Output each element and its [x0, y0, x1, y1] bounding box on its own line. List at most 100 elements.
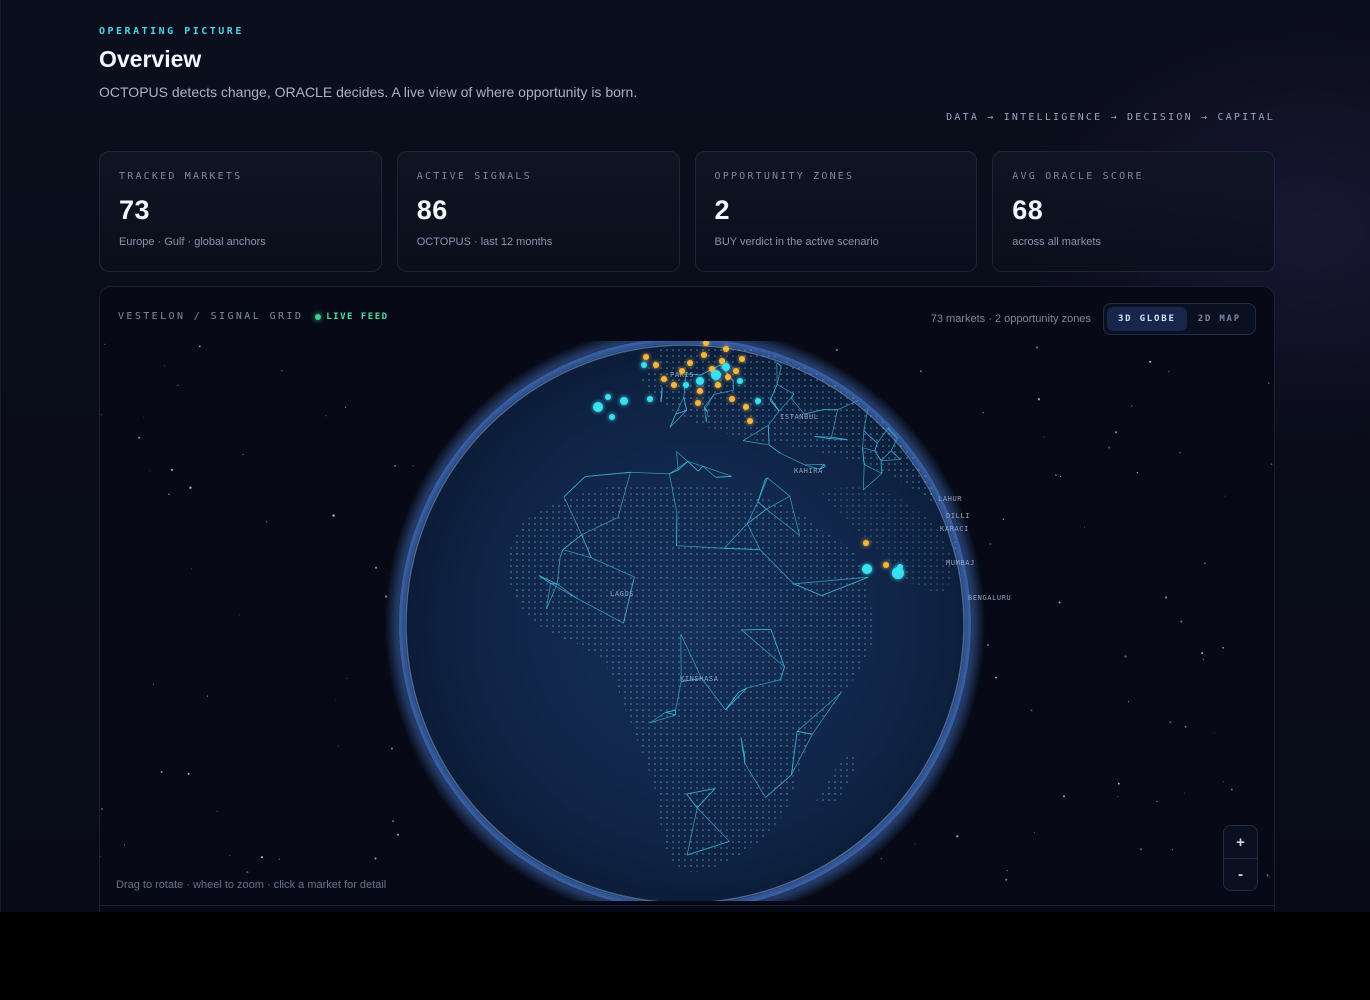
- mesh-link: [928, 367, 943, 384]
- opportunity-marker[interactable]: [696, 377, 704, 385]
- star: [1180, 620, 1183, 623]
- star: [337, 745, 339, 747]
- signal-marker[interactable]: [883, 562, 889, 568]
- mesh-link: [937, 362, 943, 369]
- opportunity-marker[interactable]: [737, 378, 743, 384]
- stat-value: 68: [1012, 195, 1044, 225]
- star: [1131, 405, 1133, 407]
- star: [100, 414, 103, 416]
- panel-title: VESTELON / SIGNAL GRID: [118, 311, 304, 322]
- interaction-hint: Drag to rotate · wheel to zoom · click a…: [116, 879, 387, 891]
- mesh-link: [741, 629, 771, 631]
- opportunity-marker[interactable]: [593, 402, 603, 412]
- globe-canvas[interactable]: PARIS ISTANBUL KAHIRA LAHUR DILLI KARACI…: [100, 341, 1275, 901]
- signal-marker[interactable]: [743, 404, 749, 410]
- signal-marker[interactable]: [687, 360, 693, 366]
- star: [229, 855, 231, 857]
- star: [206, 695, 209, 697]
- star: [1202, 658, 1204, 660]
- signal-marker[interactable]: [671, 382, 677, 388]
- mesh-link: [703, 407, 706, 410]
- signal-marker[interactable]: [695, 400, 701, 406]
- pipeline-caption: DATA → INTELLIGENCE → DECISION → CAPITAL: [946, 112, 1275, 123]
- star: [111, 479, 113, 481]
- signal-marker[interactable]: [697, 388, 703, 394]
- city-label-lagos: LAGOS: [610, 590, 634, 598]
- mesh-link: [915, 425, 926, 429]
- star: [1058, 601, 1061, 604]
- stat-cards: TRACKED MARKETS 73 Europe · Gulf · globa…: [99, 151, 1275, 272]
- star: [835, 348, 838, 351]
- signal-marker[interactable]: [661, 376, 667, 382]
- star: [143, 416, 144, 418]
- star: [346, 678, 348, 679]
- star: [168, 493, 170, 495]
- star: [1035, 346, 1039, 349]
- star: [1179, 451, 1181, 454]
- opportunity-marker[interactable]: [755, 398, 761, 404]
- star: [375, 566, 378, 569]
- signal-marker[interactable]: [725, 374, 731, 380]
- star: [325, 415, 327, 417]
- toggle-2d-map[interactable]: 2D MAP: [1187, 307, 1252, 331]
- signal-marker[interactable]: [733, 368, 739, 374]
- opportunity-marker[interactable]: [647, 396, 653, 402]
- star: [104, 343, 106, 346]
- signal-marker[interactable]: [653, 362, 659, 368]
- signal-marker[interactable]: [715, 382, 721, 388]
- star: [1115, 431, 1118, 434]
- star: [242, 453, 244, 456]
- opportunity-marker[interactable]: [862, 564, 872, 574]
- opportunity-marker[interactable]: [641, 362, 647, 368]
- city-label-dilli: DILLI: [946, 512, 970, 520]
- star: [919, 370, 922, 373]
- star: [989, 543, 992, 545]
- signal-marker[interactable]: [701, 352, 707, 358]
- opportunity-marker[interactable]: [722, 363, 730, 371]
- opportunity-marker[interactable]: [609, 414, 615, 420]
- star: [1156, 800, 1158, 802]
- star: [391, 820, 395, 823]
- city-label-karaci: KARACI: [940, 525, 969, 533]
- star: [149, 470, 151, 472]
- star: [1164, 596, 1168, 599]
- opportunity-marker[interactable]: [605, 394, 611, 400]
- star: [1117, 782, 1120, 785]
- star: [374, 857, 377, 860]
- zoom-out-button[interactable]: -: [1224, 858, 1257, 890]
- opportunity-marker[interactable]: [683, 382, 689, 388]
- zoom-in-button[interactable]: +: [1224, 826, 1257, 858]
- toggle-3d-globe[interactable]: 3D GLOBE: [1106, 307, 1187, 331]
- star: [189, 486, 192, 489]
- city-label-lahur: LAHUR: [938, 495, 962, 503]
- star: [278, 858, 281, 861]
- stat-card-avg-oracle-score: AVG ORACLE SCORE 68 across all markets: [992, 151, 1275, 272]
- signal-marker[interactable]: [719, 358, 725, 364]
- star: [1222, 781, 1224, 783]
- signal-marker[interactable]: [679, 368, 685, 374]
- opportunity-marker[interactable]: [897, 564, 903, 570]
- zoom-control: + -: [1223, 825, 1258, 891]
- mesh-link: [941, 440, 949, 445]
- signal-marker[interactable]: [723, 346, 729, 352]
- signal-marker[interactable]: [747, 418, 753, 424]
- city-label-kinshasa: KINSHASA: [680, 675, 719, 683]
- signal-marker[interactable]: [739, 356, 745, 362]
- star: [1127, 701, 1130, 703]
- opportunity-marker[interactable]: [620, 397, 628, 405]
- mesh-link: [936, 443, 942, 447]
- star: [995, 676, 998, 679]
- opportunity-marker[interactable]: [711, 370, 721, 380]
- star: [170, 468, 173, 471]
- star: [334, 698, 336, 700]
- signal-marker[interactable]: [643, 354, 649, 360]
- stat-label: OPPORTUNITY ZONES: [714, 171, 855, 182]
- signal-marker[interactable]: [729, 396, 735, 402]
- stat-label: TRACKED MARKETS: [119, 171, 243, 182]
- star: [216, 810, 218, 813]
- star: [1149, 360, 1152, 363]
- star: [1037, 398, 1041, 401]
- signal-marker[interactable]: [863, 540, 869, 546]
- mesh-link: [937, 362, 952, 380]
- panel-header: VESTELON / SIGNAL GRID LIVE FEED: [118, 311, 389, 322]
